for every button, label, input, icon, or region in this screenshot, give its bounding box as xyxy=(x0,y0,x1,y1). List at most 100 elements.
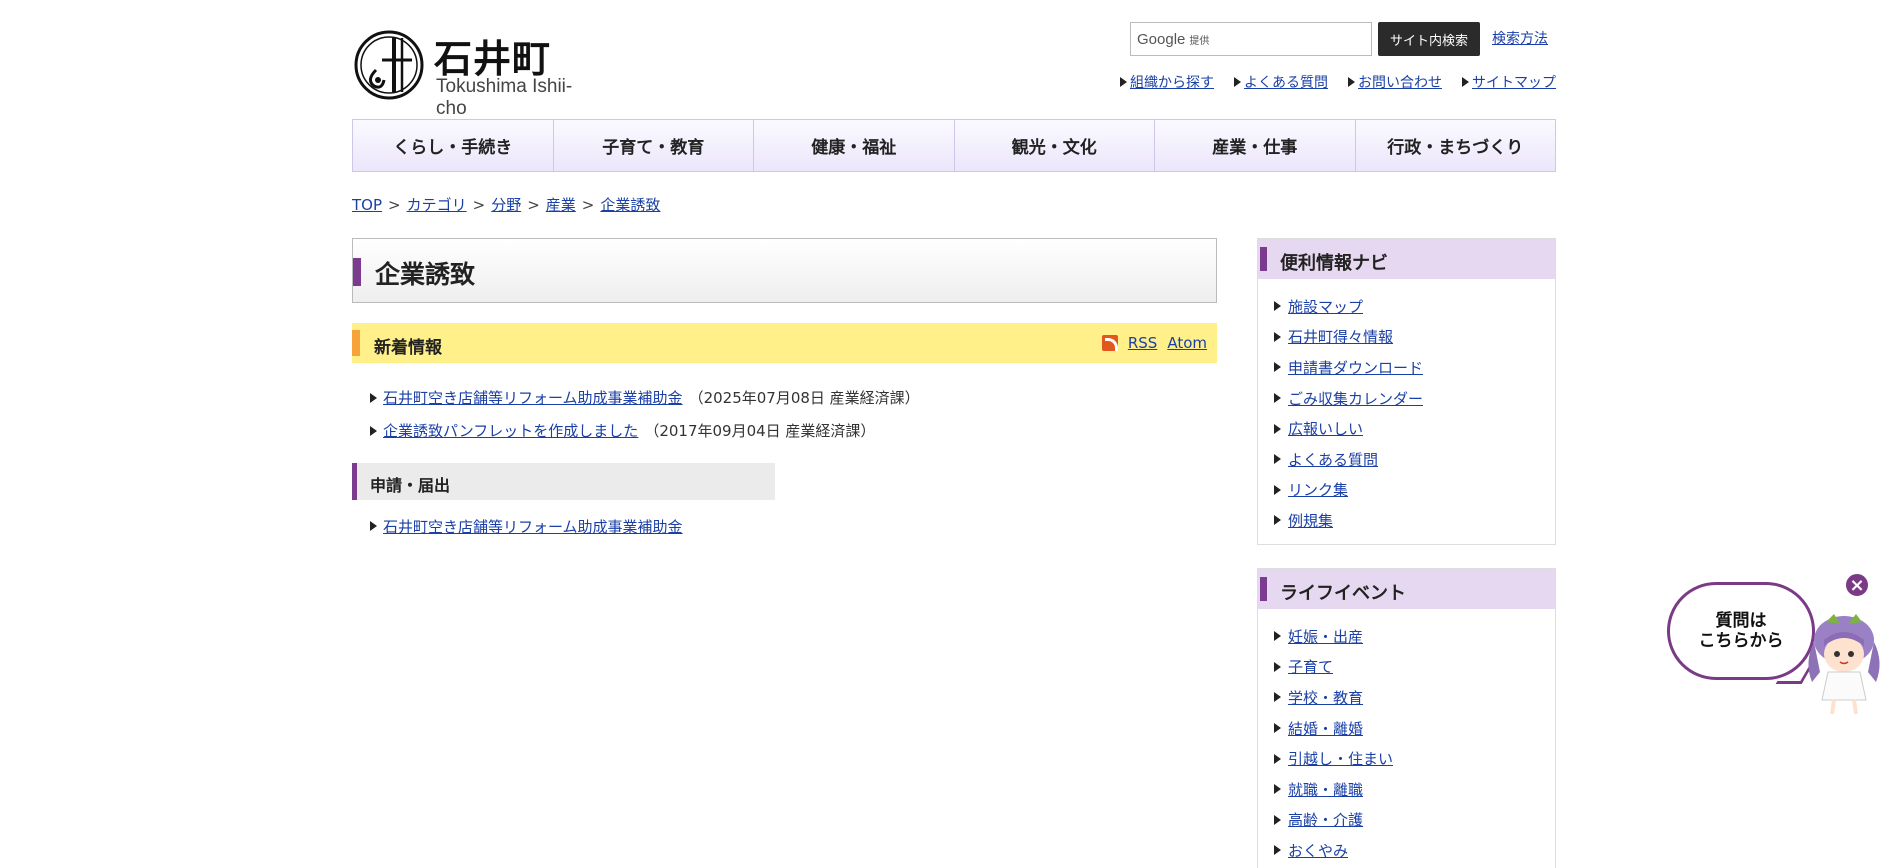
triangle-bullet-icon xyxy=(1274,784,1281,795)
chatbot-widget[interactable]: 質問は こちらから × xyxy=(1664,568,1884,718)
triangle-bullet-icon xyxy=(1274,753,1281,764)
section-accent-bar xyxy=(352,463,357,500)
navi-box: 便利情報ナビ 施設マップ 石井町得々情報 申請書ダウンロード ごみ収集カレンダー… xyxy=(1257,238,1556,545)
triangle-bullet-icon xyxy=(1274,454,1281,465)
sidebar-item-facility-map[interactable]: 施設マップ xyxy=(1274,291,1555,322)
sidebar-life-events: ライフイベント 妊娠・出産 子育て 学校・教育 結婚・離婚 引越し・住まい 就職… xyxy=(1257,568,1556,868)
section-heading-bar: 申請・届出 xyxy=(352,463,775,500)
gnav-item-childcare[interactable]: 子育て・教育 xyxy=(554,120,754,171)
sidebar-navi: 便利情報ナビ 施設マップ 石井町得々情報 申請書ダウンロード ごみ収集カレンダー… xyxy=(1257,238,1556,545)
news-link[interactable]: 企業誘致パンフレットを作成しました xyxy=(383,420,638,441)
main-content: 企業誘致 新着情報 RSS Atom 石井町空き店舗等リフォーム助成事業補助金 … xyxy=(352,238,1217,540)
chat-close-button[interactable]: × xyxy=(1844,572,1870,598)
chat-bubble[interactable]: 質問は こちらから xyxy=(1667,582,1815,680)
triangle-bullet-icon xyxy=(1274,301,1281,312)
gnav-item-industry[interactable]: 産業・仕事 xyxy=(1155,120,1356,171)
triangle-bullet-icon xyxy=(1274,393,1281,404)
gnav-item-living[interactable]: くらし・手続き xyxy=(353,120,554,171)
util-link-sitemap[interactable]: サイトマップ xyxy=(1462,72,1556,92)
navi-accent-bar xyxy=(1260,247,1267,271)
sidebar-item-condolences[interactable]: おくやみ xyxy=(1274,835,1555,866)
sidebar-item-deals[interactable]: 石井町得々情報 xyxy=(1274,322,1555,353)
sidebar-item-elderly-care[interactable]: 高齢・介護 xyxy=(1274,805,1555,836)
news-heading: 新着情報 xyxy=(374,338,442,358)
gnav-item-health[interactable]: 健康・福祉 xyxy=(754,120,955,171)
utility-links: 組織から探す よくある質問 お問い合わせ サイトマップ xyxy=(1120,72,1556,92)
section-heading: 申請・届出 xyxy=(370,476,451,495)
breadcrumb-separator: > xyxy=(472,195,486,214)
sidebar-item-pregnancy[interactable]: 妊娠・出産 xyxy=(1274,621,1555,652)
atom-link[interactable]: Atom xyxy=(1167,334,1207,352)
triangle-bullet-icon xyxy=(1274,661,1281,672)
triangle-bullet-icon xyxy=(1274,692,1281,703)
breadcrumb-field[interactable]: 分野 xyxy=(491,194,521,215)
triangle-bullet-icon xyxy=(1274,362,1281,373)
rss-link[interactable]: RSS xyxy=(1128,334,1157,352)
news-heading-bar: 新着情報 RSS Atom xyxy=(352,323,1217,363)
triangle-bullet-icon xyxy=(370,425,377,436)
triangle-bullet-icon xyxy=(1274,423,1281,434)
triangle-bullet-icon xyxy=(370,521,377,531)
site-logo[interactable]: 石井町 Tokushima Ishii-cho xyxy=(354,30,594,119)
breadcrumb-separator: > xyxy=(388,195,401,214)
triangle-bullet-icon xyxy=(1274,631,1281,642)
life-accent-bar xyxy=(1260,577,1267,601)
section-link[interactable]: 石井町空き店舗等リフォーム助成事業補助金 xyxy=(383,516,683,537)
search-input[interactable]: Google 提供 xyxy=(1130,22,1372,56)
navi-heading-bar: 便利情報ナビ xyxy=(1258,239,1555,279)
site-name-en: Tokushima Ishii-cho xyxy=(436,76,573,119)
section-list: 石井町空き店舗等リフォーム助成事業補助金 xyxy=(352,512,1217,540)
navi-list: 施設マップ 石井町得々情報 申請書ダウンロード ごみ収集カレンダー 広報いしい … xyxy=(1258,279,1555,544)
util-link-organization[interactable]: 組織から探す xyxy=(1120,72,1214,92)
breadcrumb-separator: > xyxy=(581,195,595,214)
triangle-bullet-icon xyxy=(1274,331,1281,342)
breadcrumb-separator: > xyxy=(527,195,540,214)
chat-line-1: 質問は xyxy=(1715,611,1767,631)
sidebar-item-school[interactable]: 学校・教育 xyxy=(1274,682,1555,713)
town-emblem-icon xyxy=(354,30,424,100)
triangle-bullet-icon xyxy=(1274,845,1281,856)
util-link-faq[interactable]: よくある質問 xyxy=(1234,72,1328,92)
sidebar-item-faq[interactable]: よくある質問 xyxy=(1274,444,1555,475)
sidebar-item-links[interactable]: リンク集 xyxy=(1274,475,1555,506)
list-item: 石井町空き店舗等リフォーム助成事業補助金 （2025年07月08日 産業経済課） xyxy=(370,381,1217,414)
list-item: 石井町空き店舗等リフォーム助成事業補助金 xyxy=(370,512,1217,540)
feed-links: RSS Atom xyxy=(1101,334,1207,352)
util-link-contact[interactable]: お問い合わせ xyxy=(1348,72,1442,92)
triangle-bullet-icon xyxy=(1462,77,1469,87)
page-title: 企業誘致 xyxy=(375,260,476,289)
rss-icon xyxy=(1101,335,1118,351)
sidebar-item-regulations[interactable]: 例規集 xyxy=(1274,505,1555,536)
breadcrumb-industry[interactable]: 産業 xyxy=(546,194,576,215)
mascot-character-icon xyxy=(1808,614,1880,715)
breadcrumb-category[interactable]: カテゴリ xyxy=(407,194,467,215)
gnav-item-government[interactable]: 行政・まちづくり xyxy=(1356,120,1556,171)
life-heading: ライフイベント xyxy=(1280,583,1406,604)
news-meta: （2017年09月04日 産業経済課） xyxy=(644,422,876,440)
sidebar-item-marriage[interactable]: 結婚・離婚 xyxy=(1274,713,1555,744)
life-box: ライフイベント 妊娠・出産 子育て 学校・教育 結婚・離婚 引越し・住まい 就職… xyxy=(1257,568,1556,868)
news-link[interactable]: 石井町空き店舗等リフォーム助成事業補助金 xyxy=(383,387,683,408)
triangle-bullet-icon xyxy=(1120,77,1127,87)
sidebar-item-employment[interactable]: 就職・離職 xyxy=(1274,774,1555,805)
triangle-bullet-icon xyxy=(1274,723,1281,734)
global-nav: くらし・手続き 子育て・教育 健康・福祉 観光・文化 産業・仕事 行政・まちづく… xyxy=(352,119,1556,172)
search-howto-link[interactable]: 検索方法 xyxy=(1492,28,1548,48)
sidebar-item-public-relations[interactable]: 広報いしい xyxy=(1274,413,1555,444)
triangle-bullet-icon xyxy=(1274,515,1281,526)
breadcrumb-top[interactable]: TOP xyxy=(352,196,382,214)
gnav-item-tourism[interactable]: 観光・文化 xyxy=(955,120,1155,171)
google-provided-label: Google 提供 xyxy=(1137,31,1210,48)
title-accent-bar xyxy=(353,258,361,286)
sidebar-item-forms-download[interactable]: 申請書ダウンロード xyxy=(1274,352,1555,383)
sidebar-item-childcare[interactable]: 子育て xyxy=(1274,652,1555,683)
news-accent-bar xyxy=(352,330,360,356)
site-search-button[interactable]: サイト内検索 xyxy=(1378,22,1480,56)
triangle-bullet-icon xyxy=(1274,484,1281,495)
sidebar-item-moving[interactable]: 引越し・住まい xyxy=(1274,743,1555,774)
breadcrumb-current[interactable]: 企業誘致 xyxy=(600,194,660,215)
sidebar-item-garbage-calendar[interactable]: ごみ収集カレンダー xyxy=(1274,383,1555,414)
life-heading-bar: ライフイベント xyxy=(1258,569,1555,609)
site-name-jp: 石井町 xyxy=(434,37,552,81)
triangle-bullet-icon xyxy=(370,392,377,403)
